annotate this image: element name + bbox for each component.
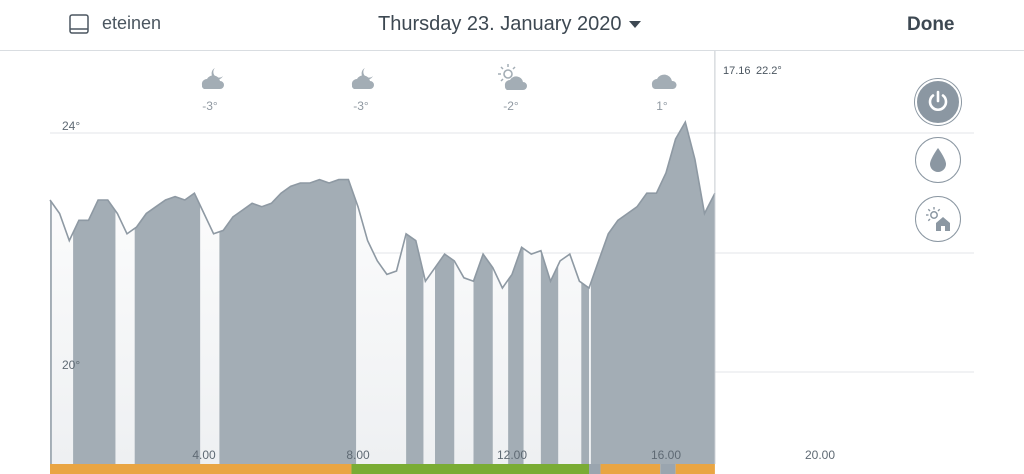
date-picker[interactable]: Thursday 23. January 2020	[378, 13, 641, 36]
cloud-moon-icon	[201, 68, 224, 89]
room-selector[interactable]: eteinen	[69, 13, 161, 34]
mode-band	[50, 464, 352, 474]
heating-bar	[590, 122, 715, 464]
x-tick-label: 8.00	[346, 448, 370, 462]
mode-timeline	[50, 464, 715, 474]
x-tick-label: 4.00	[192, 448, 216, 462]
weather-temp: 1°	[656, 99, 668, 113]
heating-bar	[219, 122, 357, 464]
heating-bar	[134, 122, 201, 464]
heating-bar	[406, 122, 424, 464]
weather-temp: -3°	[202, 99, 218, 113]
cursor-time: 17.16	[723, 65, 751, 77]
power-button[interactable]	[915, 79, 961, 125]
date-label: Thursday 23. January 2020	[378, 13, 622, 35]
done-button[interactable]: Done	[907, 14, 955, 36]
home-mode-button[interactable]	[915, 196, 961, 242]
heating-bar	[581, 122, 589, 464]
y-tick-label: 24°	[62, 119, 80, 133]
mode-band	[675, 464, 715, 474]
weather-temp: -2°	[503, 99, 519, 113]
mode-band	[660, 464, 676, 474]
power-icon	[928, 90, 948, 111]
sun-cloud-icon	[498, 64, 527, 90]
heating-bar	[50, 122, 52, 464]
top-bar: eteinen Thursday 23. January 2020 Done	[0, 0, 1024, 51]
humidity-button[interactable]	[915, 137, 961, 183]
weather-forecast: -3° -3° -2° 1°	[201, 64, 677, 113]
x-tick-label: 20.00	[805, 448, 835, 462]
heating-bar	[73, 122, 116, 464]
room-name: eteinen	[102, 13, 162, 33]
home-sun-icon	[926, 207, 950, 231]
y-tick-label: 20°	[62, 358, 80, 372]
x-tick-label: 16.00	[651, 448, 681, 462]
heating-bar	[435, 122, 455, 464]
tablet-icon	[69, 13, 89, 34]
temperature-chart[interactable]: 24° 20° 4.00 8.00 12.00 16.00 20.00 -3° -3° …	[0, 51, 1024, 474]
mode-band	[600, 464, 661, 474]
heating-bar	[473, 122, 493, 464]
x-tick-label: 12.00	[497, 448, 527, 462]
cursor-temp: 22.2°	[756, 65, 782, 77]
water-drop-icon	[930, 148, 946, 172]
mode-band	[589, 464, 601, 474]
cloud-icon	[651, 74, 677, 89]
chevron-down-icon	[628, 21, 641, 28]
mode-band	[351, 464, 589, 474]
weather-temp: -3°	[353, 99, 369, 113]
cloud-moon-icon	[351, 68, 374, 89]
